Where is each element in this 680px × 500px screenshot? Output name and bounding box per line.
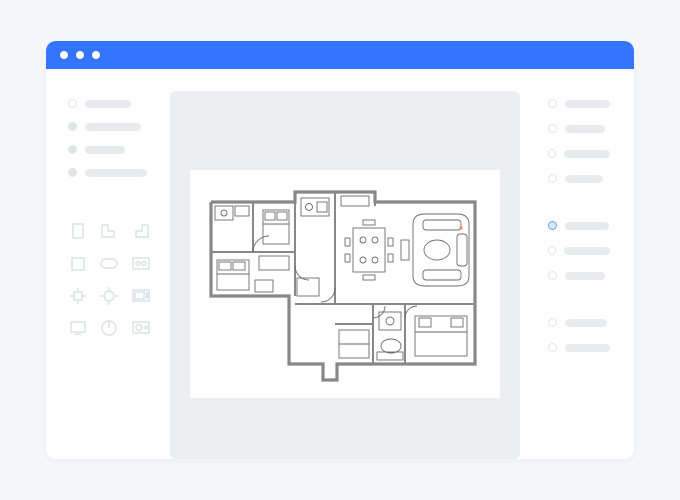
window-maximize-icon[interactable] <box>92 51 100 59</box>
floor-plan-drawing[interactable] <box>205 184 485 384</box>
property-item[interactable] <box>548 149 610 158</box>
bullet-icon <box>68 168 77 177</box>
layer-item[interactable] <box>68 99 152 108</box>
layer-label-placeholder <box>85 123 141 131</box>
shape-l-shape-b[interactable] <box>131 223 151 241</box>
layer-label-placeholder <box>85 100 131 108</box>
bullet-icon <box>68 145 77 154</box>
window-close-icon[interactable] <box>60 51 68 59</box>
shape-tv[interactable] <box>68 319 88 337</box>
bullet-icon <box>548 343 557 352</box>
shape-palette <box>68 223 152 337</box>
shape-l-shape-a[interactable] <box>99 223 119 241</box>
property-item[interactable] <box>548 99 610 108</box>
shape-dial[interactable] <box>99 319 119 337</box>
left-sidebar <box>46 91 170 459</box>
shape-microwave[interactable] <box>131 287 151 305</box>
property-label-placeholder <box>564 150 610 158</box>
property-item[interactable] <box>548 271 610 280</box>
property-item[interactable] <box>548 221 610 230</box>
property-label-placeholder <box>565 175 603 183</box>
bullet-icon <box>548 99 557 108</box>
shape-square[interactable] <box>68 255 88 273</box>
right-sidebar <box>526 91 634 459</box>
titlebar <box>46 41 634 69</box>
layer-label-placeholder <box>85 169 147 177</box>
property-item[interactable] <box>548 124 610 133</box>
layer-label-placeholder <box>85 146 125 154</box>
canvas[interactable] <box>190 170 500 398</box>
bullet-icon <box>548 318 557 327</box>
bullet-icon <box>548 246 556 255</box>
bullet-icon <box>548 124 557 133</box>
property-item[interactable] <box>548 343 610 352</box>
property-item[interactable] <box>548 246 610 255</box>
layer-item[interactable] <box>68 168 152 177</box>
selected-bullet-icon <box>548 221 557 230</box>
shape-round-table[interactable] <box>99 287 119 305</box>
property-label-placeholder <box>565 344 610 352</box>
bullet-icon <box>548 174 557 183</box>
app-body <box>46 69 634 459</box>
window-minimize-icon[interactable] <box>76 51 84 59</box>
shape-rect-portrait[interactable] <box>68 223 88 241</box>
property-label-placeholder <box>565 319 607 327</box>
property-item[interactable] <box>548 174 610 183</box>
property-label-placeholder <box>565 222 609 230</box>
property-label-placeholder <box>564 247 610 255</box>
property-item[interactable] <box>548 318 610 327</box>
shape-stove[interactable] <box>131 255 151 273</box>
bullet-icon <box>548 149 556 158</box>
layer-item[interactable] <box>68 122 152 131</box>
shape-sink[interactable] <box>131 319 151 337</box>
bullet-icon <box>68 122 77 131</box>
bullet-icon <box>548 271 557 280</box>
bullet-icon <box>68 99 77 108</box>
layer-tree <box>68 99 152 191</box>
canvas-area <box>170 91 520 459</box>
app-window <box>46 41 634 459</box>
shape-pill[interactable] <box>99 255 119 273</box>
property-label-placeholder <box>565 125 605 133</box>
property-label-placeholder <box>565 100 610 108</box>
layer-item[interactable] <box>68 145 152 154</box>
property-label-placeholder <box>565 272 605 280</box>
shape-table-chairs[interactable] <box>68 287 88 305</box>
